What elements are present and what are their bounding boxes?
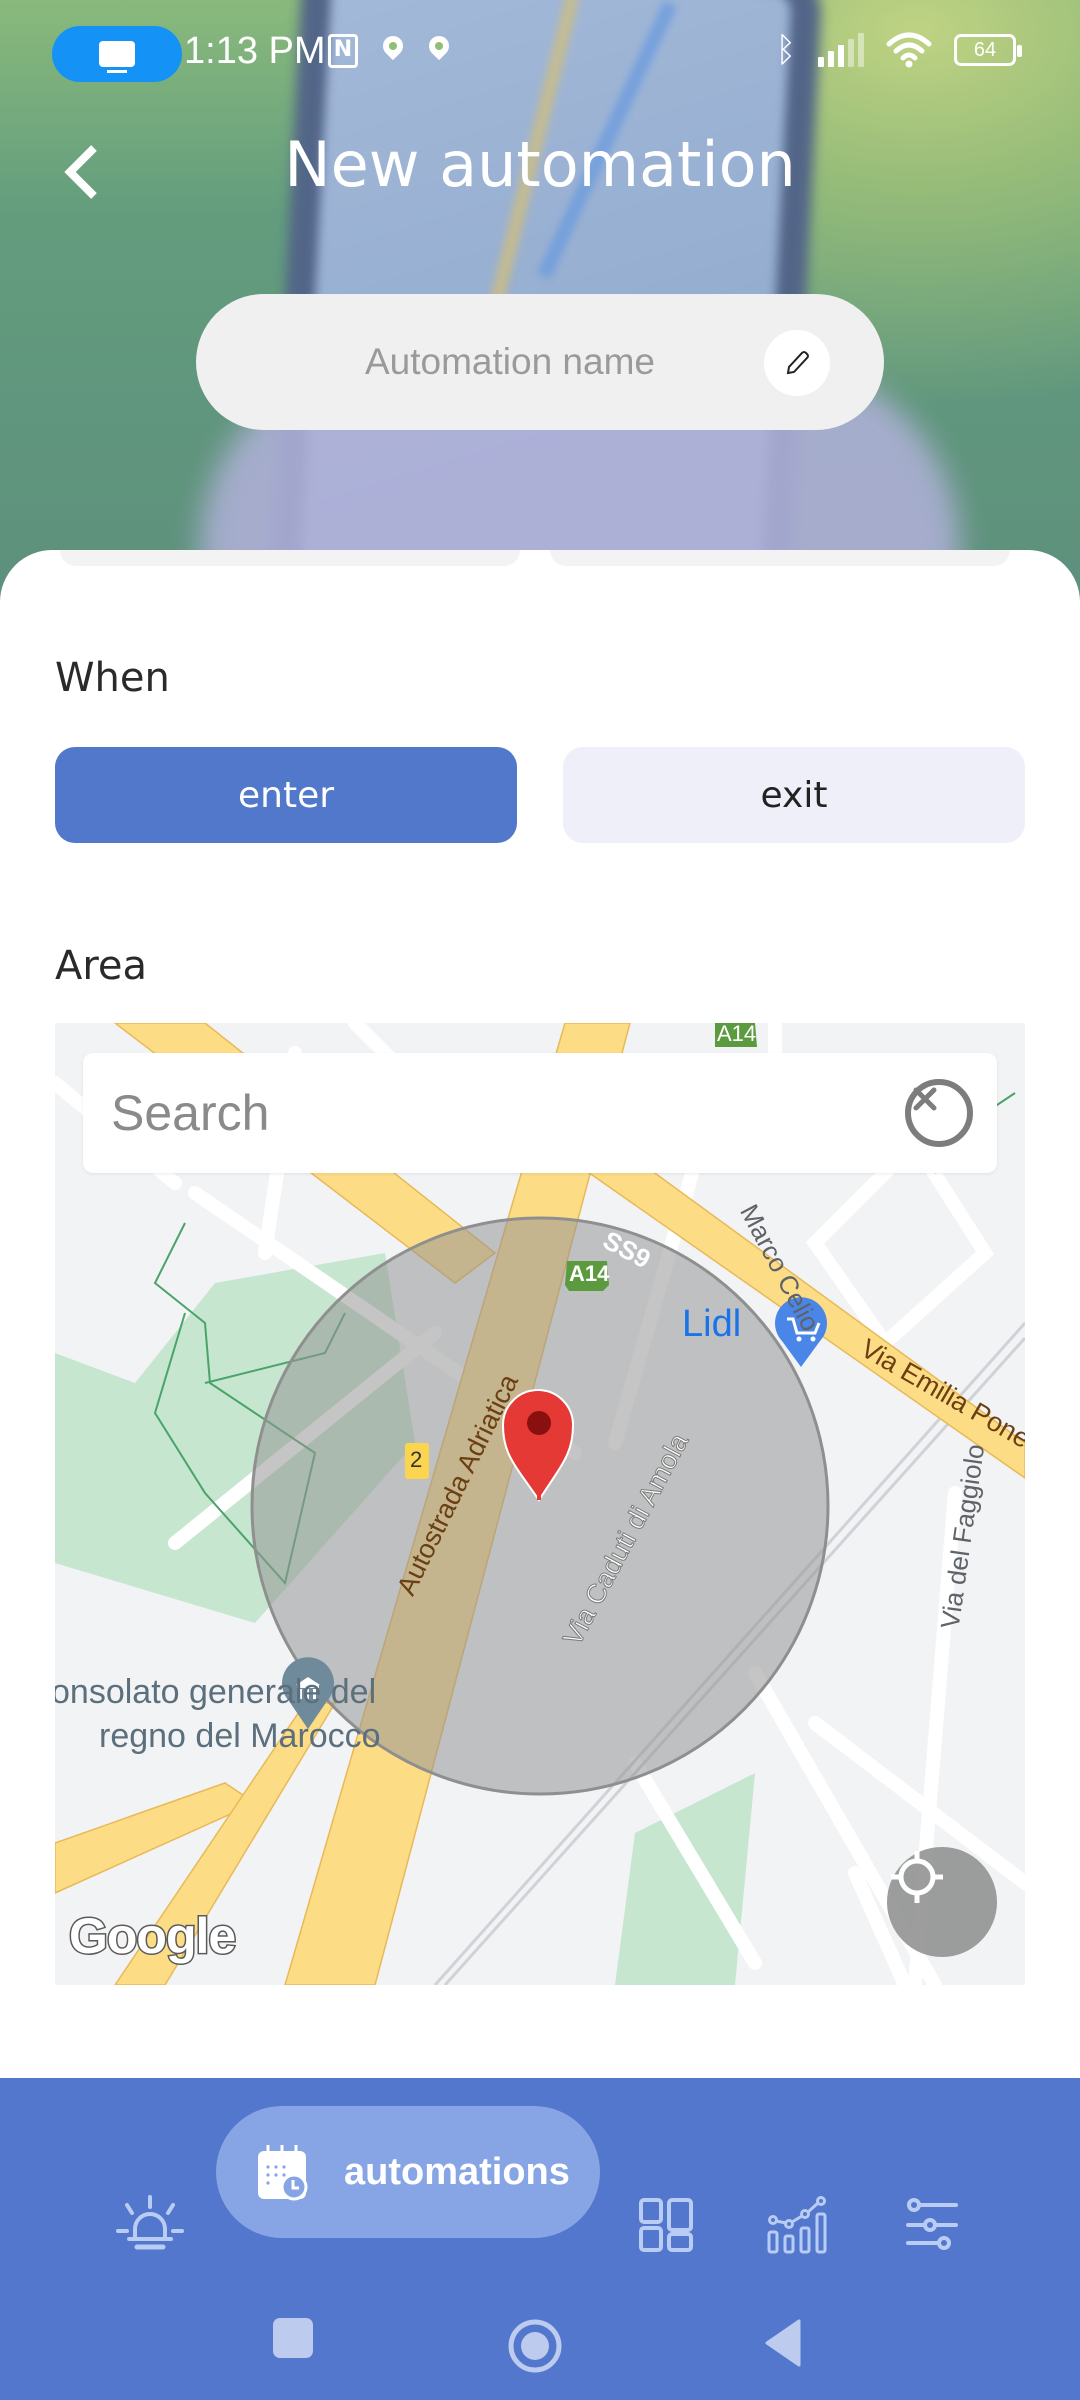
recents-icon	[273, 2318, 313, 2358]
status-time: 1:13 PM	[184, 30, 326, 72]
enter-option-button[interactable]: enter	[55, 747, 517, 843]
automation-name-field[interactable]: Automation name	[196, 294, 884, 430]
page-title: New automation	[284, 128, 796, 201]
nav-item-alerts[interactable]	[110, 2170, 190, 2280]
partial-card	[60, 550, 520, 566]
dashboard-icon	[639, 2198, 693, 2252]
location-icon	[382, 36, 404, 66]
recents-button[interactable]	[270, 2318, 316, 2358]
close-icon	[913, 1087, 937, 1111]
wifi-icon	[886, 32, 932, 68]
exit-option-button[interactable]: exit	[563, 747, 1025, 843]
status-bar: 1:13 PM N ᛒ 64	[0, 0, 1080, 108]
nav-item-automations[interactable]: automations	[216, 2106, 600, 2238]
consulate-label-line1: onsolato generale del	[55, 1673, 377, 1711]
alarm-light-icon	[116, 2195, 184, 2250]
battery-icon: 64	[954, 34, 1022, 66]
google-logo: Google	[67, 1907, 237, 1966]
when-label: When	[55, 655, 170, 701]
home-button[interactable]	[505, 2318, 565, 2374]
nfc-icon: N	[328, 34, 358, 68]
map-search-field[interactable]: Search	[83, 1053, 997, 1173]
sliders-icon	[906, 2198, 958, 2250]
signal-icon	[818, 33, 864, 67]
content-sheet: When enter exit Area A14 A14 SS9 2 Autos…	[0, 550, 1080, 2080]
my-location-button[interactable]	[887, 1847, 997, 1957]
location-icon	[428, 36, 450, 66]
system-back-button[interactable]	[758, 2318, 808, 2368]
screen-mirror-icon[interactable]	[52, 26, 182, 82]
bluetooth-icon: ᛒ	[775, 30, 796, 70]
system-navigation-bar	[0, 2278, 1080, 2388]
clear-search-button[interactable]	[905, 1079, 973, 1147]
map-view[interactable]: A14 A14 SS9 2 Autostrada Adriatica Marco…	[55, 1023, 1025, 1985]
consulate-label-line2: regno del Marocco	[99, 1717, 381, 1755]
nav-item-dashboard[interactable]	[636, 2170, 696, 2280]
edit-name-button[interactable]	[764, 330, 830, 396]
nav-item-automations-label: automations	[344, 2150, 570, 2193]
exit-number-label: 2	[410, 1447, 423, 1472]
partial-card	[550, 550, 1010, 566]
chart-icon	[767, 2196, 827, 2254]
nav-item-settings[interactable]	[900, 2170, 964, 2280]
area-label: Area	[55, 943, 148, 989]
my-location-icon	[891, 1851, 943, 1903]
a14-label-top: A14	[717, 1023, 757, 1046]
home-icon	[508, 2319, 562, 2373]
lidl-label: Lidl	[682, 1303, 742, 1345]
pencil-icon	[786, 351, 809, 375]
calendar-clock-icon	[258, 2145, 308, 2201]
back-icon	[765, 2319, 801, 2367]
a14-label: A14	[569, 1261, 610, 1286]
nav-item-statistics[interactable]	[764, 2170, 834, 2280]
screen: 1:13 PM N ᛒ 64 New automation Automation…	[0, 0, 1080, 2400]
